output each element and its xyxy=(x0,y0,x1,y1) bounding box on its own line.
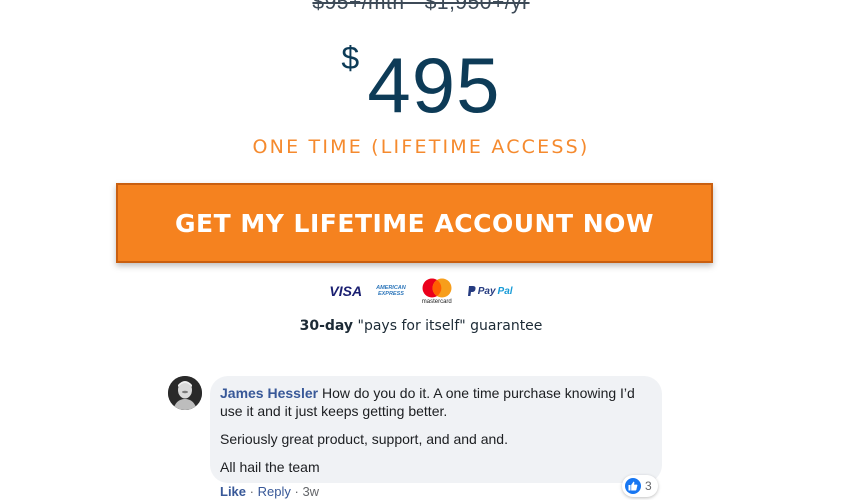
mastercard-text: mastercard xyxy=(421,298,452,305)
guarantee-text: 30-day "pays for itself" guarantee xyxy=(0,318,842,334)
like-link[interactable]: Like xyxy=(220,484,246,499)
mastercard-circles-icon xyxy=(422,278,452,297)
paypal-word-b: Pal xyxy=(497,285,513,297)
comment-bubble: James Hessler How do you do it. A one ti… xyxy=(210,376,662,483)
price-subtitle: ONE TIME (LIFETIME ACCESS) xyxy=(252,136,590,158)
comment-author[interactable]: James Hessler xyxy=(220,385,318,401)
visa-logo: VISA xyxy=(329,283,363,299)
price-amount: 495 xyxy=(367,41,501,129)
currency-symbol: $ xyxy=(341,40,360,76)
avatar[interactable] xyxy=(168,376,202,410)
comment-actions: Like · Reply · 3w xyxy=(220,484,319,499)
reaction-count: 3 xyxy=(645,479,652,493)
paypal-word-a: Pay xyxy=(477,285,496,297)
guarantee-rest: "pays for itself" guarantee xyxy=(353,318,543,334)
thumbs-up-icon xyxy=(625,478,641,494)
paypal-p-icon xyxy=(467,286,476,296)
action-separator: · xyxy=(249,484,254,499)
amex-logo: AMERICAN EXPRESS xyxy=(376,285,406,297)
payment-methods: VISA AMERICAN EXPRESS mastercard Pay Pal xyxy=(0,276,842,306)
paypal-logo: Pay Pal xyxy=(467,285,513,297)
comment-text-2: Seriously great product, support, and an… xyxy=(220,431,508,447)
comment-time: 3w xyxy=(302,484,320,499)
price-display: $ 495 xyxy=(0,40,842,130)
lifetime-account-button[interactable]: GET MY LIFETIME ACCOUNT NOW xyxy=(116,183,713,263)
old-price: $95+/mth - $1,950+/yr xyxy=(312,0,530,14)
reaction-badge[interactable]: 3 xyxy=(622,475,658,497)
amex-line2: EXPRESS xyxy=(377,291,404,297)
mastercard-logo: mastercard xyxy=(420,278,454,305)
action-separator: · xyxy=(294,484,299,499)
guarantee-days: 30-day xyxy=(299,318,354,334)
avatar-photo-icon xyxy=(168,376,202,410)
reply-link[interactable]: Reply xyxy=(258,484,291,499)
comment-text-3: All hail the team xyxy=(220,459,320,475)
